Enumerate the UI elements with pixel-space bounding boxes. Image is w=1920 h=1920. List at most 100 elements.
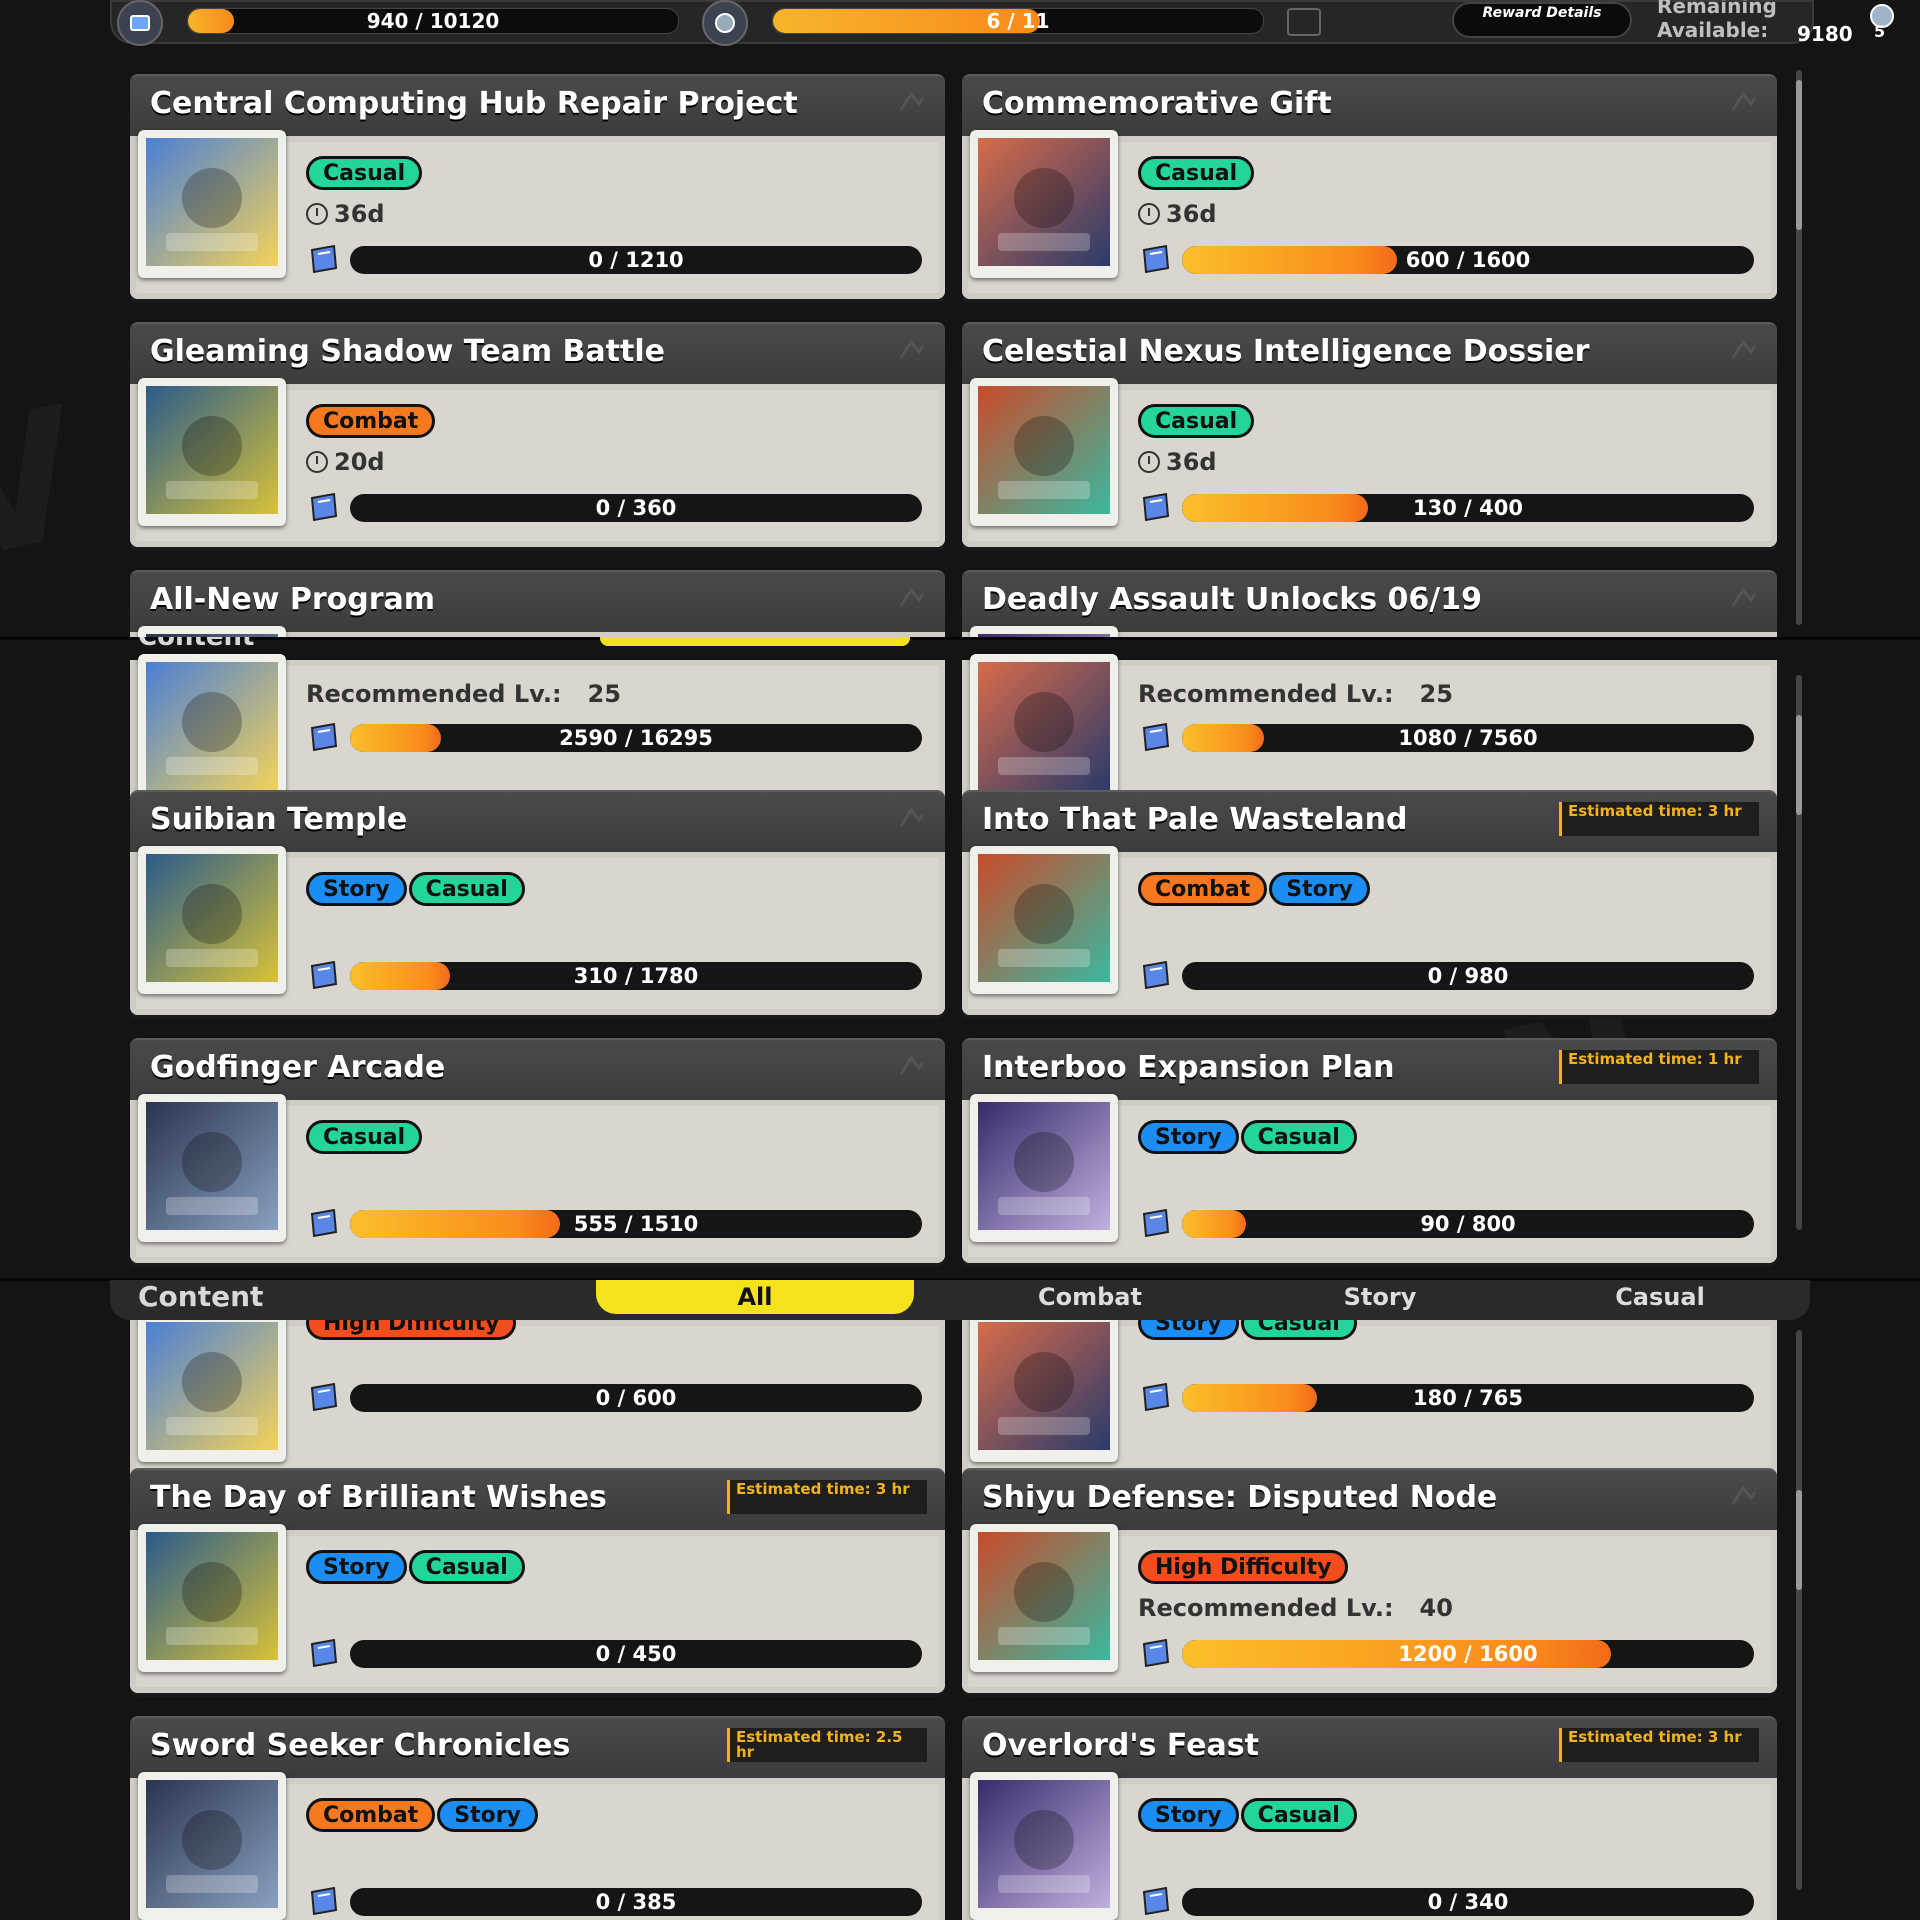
progress-bar: 310 / 1780 — [350, 962, 922, 990]
card-progress: 0 / 600 — [306, 1382, 926, 1414]
tag-combat: Combat — [1138, 872, 1268, 906]
content-thumbnail — [138, 378, 286, 526]
content-card[interactable]: All-New Program — [130, 570, 945, 637]
content-thumbnail — [138, 130, 286, 278]
progress-label: 2590 / 16295 — [559, 726, 713, 750]
tab-combat[interactable]: Combat — [960, 1280, 1220, 1314]
recommended-level: Recommended Lv.: 25 — [306, 680, 621, 708]
tag-story: Story — [306, 872, 407, 906]
card-progress: 600 / 1600 — [1138, 244, 1758, 276]
tag-story: Story — [1138, 1798, 1239, 1832]
content-card[interactable]: Celestial Nexus Intelligence Dossier Casu… — [962, 322, 1777, 547]
content-card[interactable]: Gleaming Shadow Team Battle Combat 20d 0 / … — [130, 322, 945, 547]
card-header: All-New Program — [130, 570, 945, 634]
tag-list: Story Casual — [1138, 1120, 1357, 1154]
progress-bar: 180 / 765 — [1182, 1384, 1754, 1412]
progress-bar: 555 / 1510 — [350, 1210, 922, 1238]
content-thumbnail — [970, 130, 1118, 278]
content-card[interactable]: Godfinger Arcade Casual 555 / 1510 — [130, 1038, 945, 1263]
tag-casual: Casual — [1138, 156, 1255, 190]
content-card[interactable]: Shiyu Defense: Disputed Node High Difficu… — [962, 1468, 1777, 1693]
progress-bar: 1080 / 7560 — [1182, 724, 1754, 752]
tag-casual: Casual — [408, 1550, 525, 1584]
card-progress: 0 / 360 — [306, 492, 926, 524]
content-thumbnail — [970, 846, 1118, 994]
tag-story: Story — [1138, 1120, 1239, 1154]
card-progress: 90 / 800 — [1138, 1208, 1758, 1240]
content-card[interactable]: Overlord's Feast Estimated time: 3 hr Stor… — [962, 1716, 1777, 1920]
content-thumbnail — [970, 1094, 1118, 1242]
tag-list: High Difficulty — [1138, 1550, 1349, 1584]
content-card[interactable]: Suibian Temple Story Casual 310 / 1780 — [130, 790, 945, 1015]
tag-list: Story Casual — [306, 872, 525, 906]
ticket-icon — [1142, 1382, 1170, 1412]
content-card[interactable]: Central Computing Hub Repair Project Casu… — [130, 74, 945, 299]
corner-mark-icon — [899, 91, 925, 111]
tab-story[interactable]: Story — [1250, 1280, 1510, 1314]
progress-label: 0 / 450 — [595, 1642, 677, 1666]
tag-story: Story — [306, 1550, 407, 1584]
estimated-time-badge: Estimated time: 3 hr — [1559, 1728, 1759, 1762]
card-progress: 555 / 1510 — [306, 1208, 926, 1240]
card-title: The Day of Brilliant Wishes — [150, 1480, 607, 1515]
card-body: Combat 20d 0 / 360 — [130, 378, 945, 547]
content-list-section-1: Central Computing Hub Repair Project Casu… — [0, 0, 1920, 637]
content-card[interactable]: Into That Pale Wasteland Estimated time: … — [962, 790, 1777, 1015]
content-thumbnail — [970, 1524, 1118, 1672]
card-title: Overlord's Feast — [982, 1728, 1259, 1763]
card-header: Shiyu Defense: Disputed Node — [962, 1468, 1777, 1532]
card-progress: 0 / 340 — [1138, 1886, 1758, 1918]
card-body: Casual 555 / 1510 — [130, 1094, 945, 1263]
progress-label: 0 / 385 — [595, 1890, 677, 1914]
corner-mark-icon — [899, 1055, 925, 1075]
tag-list: Combat Story — [306, 1798, 538, 1832]
card-title: Commemorative Gift — [982, 86, 1332, 121]
recommended-level: Recommended Lv.: 40 — [1138, 1594, 1453, 1622]
content-card[interactable]: Commemorative Gift Casual 36d 600 / 1600 — [962, 74, 1777, 299]
content-card[interactable]: Interboo Expansion Plan Estimated time: 1… — [962, 1038, 1777, 1263]
card-title: Celestial Nexus Intelligence Dossier — [982, 334, 1590, 369]
card-body: Story Casual 90 / 800 — [962, 1094, 1777, 1263]
clock-icon — [306, 203, 328, 225]
time-remaining: 20d — [306, 448, 385, 476]
card-title: Central Computing Hub Repair Project — [150, 86, 798, 121]
tag-combat: Combat — [306, 404, 436, 438]
time-remaining: 36d — [1138, 200, 1217, 228]
content-thumbnail — [970, 1772, 1118, 1920]
content-card[interactable]: Sword Seeker Chronicles Estimated time: 2… — [130, 1716, 945, 1920]
corner-mark-icon — [1731, 1485, 1757, 1505]
estimated-time-badge: Estimated time: 3 hr — [727, 1480, 927, 1514]
card-body: Combat Story 0 / 385 — [130, 1772, 945, 1920]
progress-label: 1200 / 1600 — [1398, 1642, 1538, 1666]
content-thumbnail — [138, 846, 286, 994]
tag-casual: Casual — [1240, 1120, 1357, 1154]
clock-icon — [1138, 451, 1160, 473]
card-header: Into That Pale Wasteland Estimated time: … — [962, 790, 1777, 854]
content-thumbnail — [970, 1320, 1118, 1462]
tab-all[interactable]: All — [596, 1280, 914, 1314]
card-title: Sword Seeker Chronicles — [150, 1728, 571, 1763]
progress-label: 90 / 800 — [1420, 1212, 1516, 1236]
progress-label: 0 / 1210 — [588, 248, 684, 272]
progress-bar: 0 / 385 — [350, 1888, 922, 1916]
content-card[interactable]: The Day of Brilliant Wishes Estimated tim… — [130, 1468, 945, 1693]
card-progress: 310 / 1780 — [306, 960, 926, 992]
ticket-icon — [1142, 1208, 1170, 1238]
tag-high: High Difficulty — [1138, 1550, 1349, 1584]
card-body: Casual 36d 0 / 1210 — [130, 130, 945, 299]
estimated-time-badge: Estimated time: 3 hr — [1559, 802, 1759, 836]
tag-list: Story Casual — [306, 1550, 525, 1584]
ticket-icon — [1142, 244, 1170, 274]
ticket-icon — [310, 960, 338, 990]
content-thumbnail — [138, 1320, 286, 1462]
progress-bar: 0 / 1210 — [350, 246, 922, 274]
card-header: Deadly Assault Unlocks 06/19 — [962, 570, 1777, 634]
clock-icon — [1138, 203, 1160, 225]
tab-casual[interactable]: Casual — [1530, 1280, 1790, 1314]
content-card[interactable]: Deadly Assault Unlocks 06/19 — [962, 570, 1777, 637]
card-body: Story Casual 310 / 1780 — [130, 846, 945, 1015]
progress-bar: 2590 / 16295 — [350, 724, 922, 752]
progress-bar: 0 / 340 — [1182, 1888, 1754, 1916]
progress-bar: 130 / 400 — [1182, 494, 1754, 522]
progress-bar: 0 / 600 — [350, 1384, 922, 1412]
